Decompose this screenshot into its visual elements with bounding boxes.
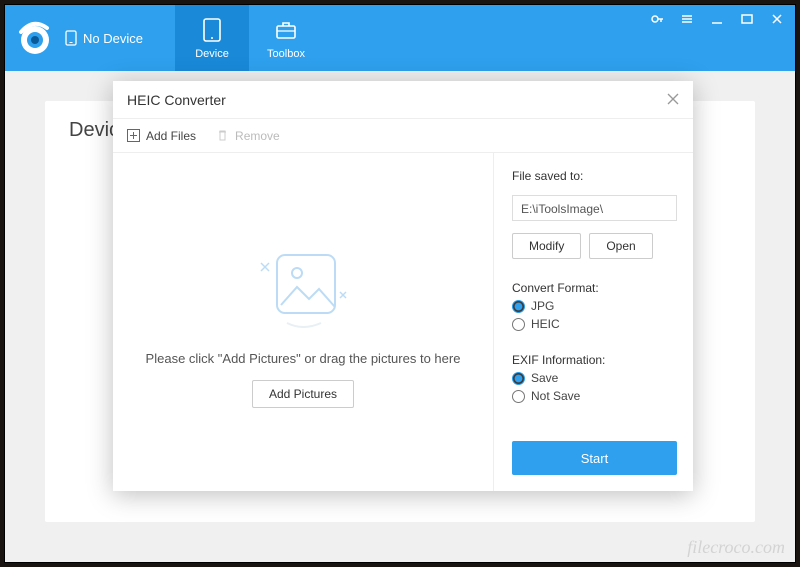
close-icon[interactable] [667, 92, 679, 108]
app-window: No Device Device Toolbox [4, 4, 796, 563]
drop-hint: Please click "Add Pictures" or drag the … [146, 351, 461, 366]
header-bar: No Device Device Toolbox [5, 5, 795, 71]
saved-to-label: File saved to: [512, 169, 677, 183]
header-tabs: Device Toolbox [175, 5, 323, 71]
maximize-icon[interactable] [739, 11, 755, 27]
format-heic-radio[interactable]: HEIC [512, 317, 677, 331]
tab-device-label: Device [195, 48, 229, 60]
open-button[interactable]: Open [589, 233, 652, 259]
plus-icon [127, 129, 140, 142]
no-device-label: No Device [83, 31, 143, 46]
app-logo [15, 18, 55, 58]
exif-label: EXIF Information: [512, 353, 677, 367]
system-buttons [649, 5, 795, 33]
tab-toolbox[interactable]: Toolbox [249, 5, 323, 71]
drop-area[interactable]: Please click "Add Pictures" or drag the … [113, 153, 493, 491]
format-heic-label: HEIC [531, 317, 560, 331]
add-files-button[interactable]: Add Files [127, 129, 196, 143]
start-button[interactable]: Start [512, 441, 677, 475]
trash-icon [216, 129, 229, 142]
minimize-icon[interactable] [709, 11, 725, 27]
tab-device[interactable]: Device [175, 5, 249, 71]
dialog-toolbar: Add Files Remove [113, 119, 693, 153]
exif-notsave-radio[interactable]: Not Save [512, 389, 677, 403]
exif-save-label: Save [531, 371, 558, 385]
format-jpg-label: JPG [531, 299, 554, 313]
remove-button: Remove [216, 129, 280, 143]
saved-path-field: E:\iToolsImage\ [512, 195, 677, 221]
close-icon[interactable] [769, 11, 785, 27]
logo-area: No Device [5, 5, 175, 71]
heic-converter-dialog: HEIC Converter Add Files Remove [113, 81, 693, 491]
add-files-label: Add Files [146, 129, 196, 143]
menu-icon[interactable] [679, 11, 695, 27]
format-heic-input[interactable] [512, 318, 525, 331]
exif-save-radio[interactable]: Save [512, 371, 677, 385]
add-pictures-button[interactable]: Add Pictures [252, 380, 354, 408]
format-jpg-radio[interactable]: JPG [512, 299, 677, 313]
phone-icon [65, 30, 77, 46]
tablet-icon [198, 16, 226, 44]
image-placeholder-icon [243, 237, 363, 337]
key-icon[interactable] [649, 11, 665, 27]
tab-toolbox-label: Toolbox [267, 48, 305, 60]
briefcase-icon [272, 16, 300, 44]
exif-notsave-input[interactable] [512, 390, 525, 403]
modify-button[interactable]: Modify [512, 233, 581, 259]
format-jpg-input[interactable] [512, 300, 525, 313]
dialog-titlebar: HEIC Converter [113, 81, 693, 119]
watermark: filecroco.com [687, 537, 785, 558]
remove-label: Remove [235, 129, 280, 143]
no-device-indicator: No Device [65, 30, 143, 46]
dialog-sidebar: File saved to: E:\iToolsImage\ Modify Op… [493, 153, 693, 491]
exif-notsave-label: Not Save [531, 389, 580, 403]
exif-save-input[interactable] [512, 372, 525, 385]
dialog-body: Please click "Add Pictures" or drag the … [113, 153, 693, 491]
format-label: Convert Format: [512, 281, 677, 295]
dialog-title: HEIC Converter [127, 92, 226, 108]
